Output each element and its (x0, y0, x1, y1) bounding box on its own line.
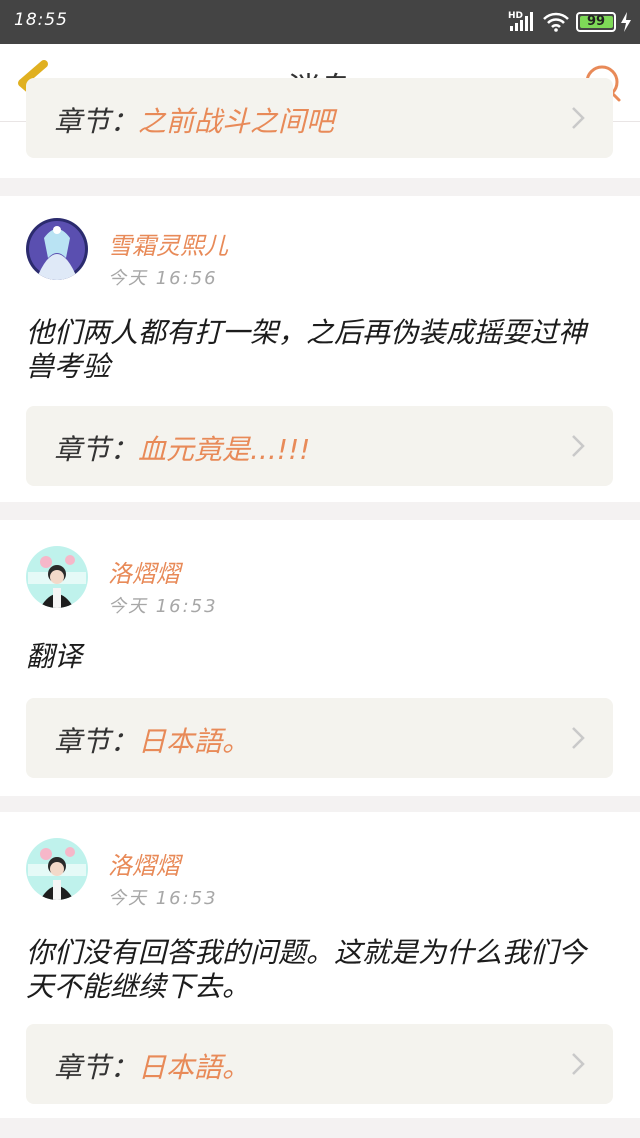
avatar[interactable] (26, 546, 88, 608)
wifi-icon (543, 12, 569, 32)
chapter-label: 章节： (54, 105, 139, 138)
signal-icon: HD (508, 11, 533, 31)
chapter-title: 血元竟是...!!! (138, 433, 311, 466)
avatar[interactable] (26, 838, 88, 900)
network-type-label: HD (508, 11, 523, 21)
message-card[interactable]: 洛熠熠 今天 16:53 你们没有回答我的问题。这就是为什么我们今天不能继续下去… (0, 812, 640, 1118)
charging-icon (621, 12, 631, 32)
status-bar: 18:55 HD 99 (0, 0, 640, 44)
chapter-label: 章节： (54, 433, 139, 466)
chapter-title: 日本語。 (138, 1051, 251, 1084)
username[interactable]: 雪霜灵熙儿 (108, 226, 228, 261)
message-content: 翻译 (26, 640, 83, 673)
chapter-title: 日本語。 (138, 725, 251, 758)
message-content: 你们没有回答我的问题。这就是为什么我们今天不能继续下去。 (26, 936, 587, 1003)
avatar[interactable] (26, 218, 88, 280)
chevron-right-icon (572, 1053, 585, 1075)
chevron-right-icon (572, 435, 585, 457)
battery-percent: 99 (586, 14, 606, 29)
chapter-label: 章节： (54, 725, 139, 758)
message-card[interactable]: 洛熠熠 今天 16:53 翻译 章节：日本語。 (0, 520, 640, 796)
message-time: 今天 16:53 (108, 888, 218, 909)
chevron-right-icon (572, 107, 585, 129)
message-time: 今天 16:56 (108, 268, 218, 289)
battery-icon: 99 (576, 12, 616, 32)
chapter-label: 章节： (54, 1051, 139, 1084)
status-time: 18:55 (14, 10, 68, 30)
chapter-title: 之前战斗之间吧 (138, 105, 335, 138)
avatar-image (26, 218, 88, 280)
avatar-image (26, 546, 88, 608)
message-time: 今天 16:53 (108, 596, 218, 617)
username[interactable]: 洛熠熠 (108, 846, 180, 881)
username[interactable]: 洛熠熠 (108, 554, 180, 589)
chapter-link[interactable]: 章节：日本語。 (26, 698, 613, 778)
message-card[interactable]: 雪霜灵熙儿 今天 16:56 他们两人都有打一架，之后再伪装成摇耍过神兽考验 章… (0, 196, 640, 502)
chapter-link-partial[interactable]: 章节：之前战斗之间吧 (26, 78, 613, 158)
chapter-link[interactable]: 章节：血元竟是...!!! (26, 406, 613, 486)
chevron-right-icon (572, 727, 585, 749)
message-content: 他们两人都有打一架，之后再伪装成摇耍过神兽考验 (26, 316, 587, 383)
message-card-partial: 章节：之前战斗之间吧 (0, 78, 640, 178)
chapter-link[interactable]: 章节：日本語。 (26, 1024, 613, 1104)
avatar-image (26, 838, 88, 900)
